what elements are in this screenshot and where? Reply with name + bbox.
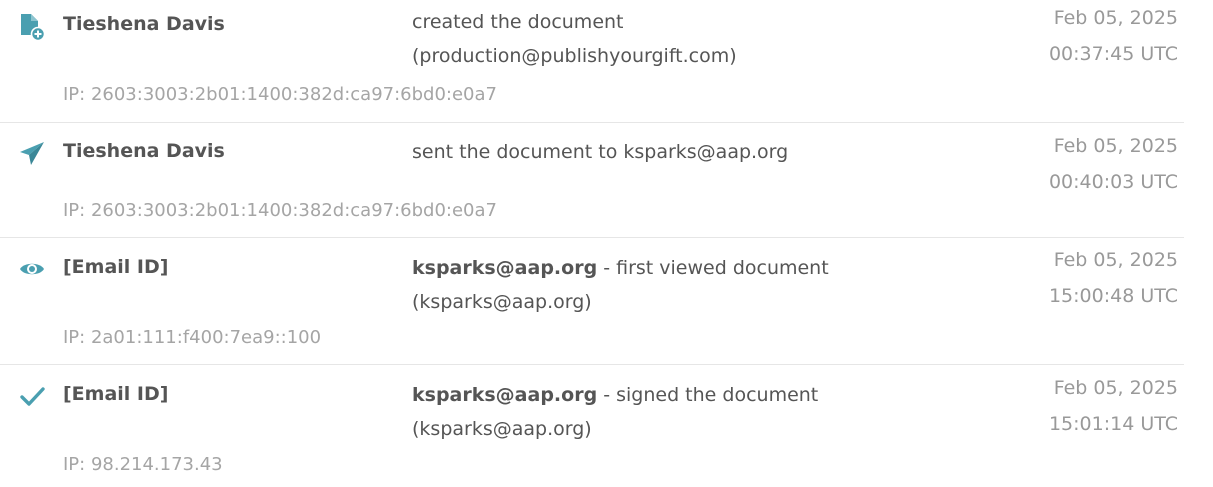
- event-actor: [Email ID]: [63, 383, 169, 405]
- audit-event-row: Tieshena Davis sent the document to kspa…: [0, 122, 1213, 237]
- row-divider: [0, 122, 1184, 123]
- eye-icon: [18, 255, 46, 283]
- event-action-line1: ksparks@aap.org - signed the document: [412, 384, 819, 406]
- event-actor: Tieshena Davis: [63, 140, 225, 162]
- row-divider: [0, 237, 1184, 238]
- event-timestamp: Feb 05, 2025 15:00:48 UTC: [1049, 242, 1178, 314]
- audit-event-row: Tieshena Davis created the document (pro…: [0, 0, 1213, 122]
- audit-event-row: [Email ID] ksparks@aap.org - first viewe…: [0, 237, 1213, 364]
- event-ip-address: IP: 2a01:111:f400:7ea9::100: [63, 327, 322, 348]
- event-action: created the document (production@publish…: [412, 5, 737, 73]
- audit-trail-log: Tieshena Davis created the document (pro…: [0, 0, 1213, 487]
- event-action: ksparks@aap.org - signed the document (k…: [412, 378, 818, 446]
- checkmark-icon: [18, 382, 46, 410]
- event-action-line1: created the document: [412, 11, 624, 33]
- event-action-line1: sent the document to ksparks@aap.org: [412, 141, 789, 163]
- event-timestamp: Feb 05, 2025 00:37:45 UTC: [1049, 0, 1178, 72]
- event-time: 00:40:03 UTC: [1048, 171, 1178, 193]
- row-divider: [0, 364, 1184, 365]
- event-action-line1: ksparks@aap.org - first viewed document: [412, 257, 829, 279]
- event-time: 15:01:14 UTC: [1048, 413, 1178, 435]
- audit-event-row: [Email ID] ksparks@aap.org - signed the …: [0, 364, 1213, 487]
- event-date: Feb 05, 2025: [1053, 377, 1178, 399]
- document-add-icon: [18, 13, 46, 41]
- event-date: Feb 05, 2025: [1053, 249, 1178, 271]
- event-timestamp: Feb 05, 2025 15:01:14 UTC: [1049, 370, 1178, 442]
- event-ip-address: IP: 2603:3003:2b01:1400:382d:ca97:6bd0:e…: [63, 84, 497, 105]
- event-time: 15:00:48 UTC: [1048, 285, 1178, 307]
- event-action-line2: (ksparks@aap.org): [412, 418, 592, 440]
- event-ip-address: IP: 98.214.173.43: [63, 454, 223, 475]
- paper-plane-icon: [18, 139, 46, 167]
- event-timestamp: Feb 05, 2025 00:40:03 UTC: [1049, 128, 1178, 200]
- event-action-line2: (production@publishyourgift.com): [412, 45, 737, 67]
- event-action-line2: (ksparks@aap.org): [412, 291, 592, 313]
- event-actor: Tieshena Davis: [63, 13, 225, 35]
- event-date: Feb 05, 2025: [1053, 135, 1178, 157]
- event-date: Feb 05, 2025: [1053, 7, 1178, 29]
- event-actor: [Email ID]: [63, 256, 169, 278]
- event-action: ksparks@aap.org - first viewed document …: [412, 251, 829, 319]
- event-time: 00:37:45 UTC: [1048, 43, 1178, 65]
- event-ip-address: IP: 2603:3003:2b01:1400:382d:ca97:6bd0:e…: [63, 200, 497, 221]
- event-action: sent the document to ksparks@aap.org: [412, 135, 788, 169]
